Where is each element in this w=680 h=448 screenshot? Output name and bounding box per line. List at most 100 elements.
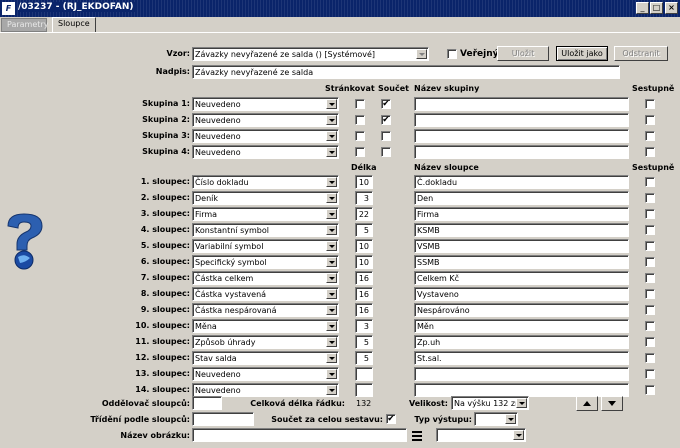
column-sestupne-checkbox[interactable] — [645, 257, 655, 267]
column-select[interactable]: Způsob úhrady — [192, 335, 339, 349]
column-sestupne-checkbox[interactable] — [645, 337, 655, 347]
column-name-input[interactable] — [414, 367, 629, 381]
group-sestupne-checkbox[interactable] — [645, 115, 655, 125]
group-name-input[interactable] — [414, 129, 629, 143]
column-name-input[interactable]: Den — [414, 191, 629, 205]
obrazek-select[interactable] — [436, 428, 526, 442]
group-name-input[interactable] — [414, 97, 629, 111]
column-length-input[interactable]: 3 — [355, 319, 373, 333]
column-length-input[interactable] — [355, 367, 373, 381]
minimize-icon[interactable]: _ — [636, 2, 649, 14]
chevron-down-icon[interactable] — [326, 209, 337, 219]
column-length-input[interactable]: 10 — [355, 175, 373, 189]
verejny-checkbox[interactable] — [447, 49, 457, 59]
column-name-input[interactable]: KSMB — [414, 223, 629, 237]
column-select[interactable]: Neuvedeno — [192, 383, 339, 397]
maximize-icon[interactable]: □ — [650, 2, 663, 14]
soucet-checkbox[interactable] — [381, 131, 391, 141]
chevron-down-icon[interactable] — [326, 273, 337, 283]
save-button[interactable]: Uložit — [497, 46, 549, 61]
typ-vystupu-select[interactable] — [474, 412, 518, 426]
column-name-input[interactable]: SSMB — [414, 255, 629, 269]
chevron-down-icon[interactable] — [326, 257, 337, 267]
chevron-down-icon[interactable] — [516, 398, 527, 408]
strankovat-checkbox[interactable] — [355, 115, 365, 125]
soucet-checkbox[interactable] — [381, 147, 391, 157]
tab-sloupce[interactable]: Sloupce — [52, 17, 96, 33]
group-select[interactable]: Neuvedeno — [192, 113, 339, 127]
soucet-checkbox[interactable]: ✔ — [381, 99, 391, 109]
column-length-input[interactable]: 22 — [355, 207, 373, 221]
oddelovac-input[interactable] — [192, 396, 222, 410]
column-select[interactable]: Konstantní symbol — [192, 223, 339, 237]
column-length-input[interactable]: 5 — [355, 351, 373, 365]
close-icon[interactable]: × — [665, 2, 678, 14]
column-length-input[interactable]: 10 — [355, 239, 373, 253]
column-name-input[interactable]: Zp.uh — [414, 335, 629, 349]
move-down-button[interactable] — [601, 396, 623, 411]
strankovat-checkbox[interactable] — [355, 99, 365, 109]
column-select[interactable]: Stav salda — [192, 351, 339, 365]
column-length-input[interactable]: 16 — [355, 303, 373, 317]
chevron-down-icon[interactable] — [326, 177, 337, 187]
group-name-input[interactable] — [414, 113, 629, 127]
chevron-down-icon[interactable] — [505, 414, 516, 424]
column-sestupne-checkbox[interactable] — [645, 241, 655, 251]
chevron-down-icon[interactable] — [326, 289, 337, 299]
column-select[interactable]: Specifický symbol — [192, 255, 339, 269]
nazev-obrazku-input[interactable] — [192, 428, 407, 442]
column-sestupne-checkbox[interactable] — [645, 177, 655, 187]
column-select[interactable]: Částka nespárovaná — [192, 303, 339, 317]
column-sestupne-checkbox[interactable] — [645, 225, 655, 235]
column-sestupne-checkbox[interactable] — [645, 353, 655, 363]
soucet-checkbox[interactable]: ✔ — [381, 115, 391, 125]
chevron-down-icon[interactable] — [326, 369, 337, 379]
column-select[interactable]: Částka vystavená — [192, 287, 339, 301]
chevron-down-icon[interactable] — [326, 225, 337, 235]
column-select[interactable]: Měna — [192, 319, 339, 333]
column-length-input[interactable]: 16 — [355, 271, 373, 285]
column-select[interactable]: Firma — [192, 207, 339, 221]
strankovat-checkbox[interactable] — [355, 147, 365, 157]
chevron-down-icon[interactable] — [326, 353, 337, 363]
delete-button[interactable]: Odstranit — [614, 46, 668, 61]
column-name-input[interactable]: Celkem Kč — [414, 271, 629, 285]
nadpis-input[interactable]: Závazky nevyřazené ze salda — [192, 65, 620, 79]
column-select[interactable]: Deník — [192, 191, 339, 205]
group-select[interactable]: Neuvedeno — [192, 145, 339, 159]
column-sestupne-checkbox[interactable] — [645, 385, 655, 395]
column-sestupne-checkbox[interactable] — [645, 321, 655, 331]
group-sestupne-checkbox[interactable] — [645, 131, 655, 141]
column-name-input[interactable]: Vystaveno — [414, 287, 629, 301]
column-sestupne-checkbox[interactable] — [645, 193, 655, 203]
chevron-down-icon[interactable] — [513, 430, 524, 440]
column-name-input[interactable]: Firma — [414, 207, 629, 221]
column-length-input[interactable]: 16 — [355, 287, 373, 301]
column-name-input[interactable] — [414, 383, 629, 397]
column-length-input[interactable]: 10 — [355, 255, 373, 269]
chevron-down-icon[interactable] — [326, 337, 337, 347]
chevron-down-icon[interactable] — [326, 131, 337, 141]
column-length-input[interactable]: 3 — [355, 191, 373, 205]
column-select[interactable]: Číslo dokladu — [192, 175, 339, 189]
column-select[interactable]: Variabilní symbol — [192, 239, 339, 253]
column-select[interactable]: Částka celkem — [192, 271, 339, 285]
chevron-down-icon[interactable] — [326, 193, 337, 203]
group-name-input[interactable] — [414, 145, 629, 159]
column-name-input[interactable]: Č.dokladu — [414, 175, 629, 189]
tab-parametry[interactable]: Parametry — [1, 18, 48, 32]
column-length-input[interactable]: 5 — [355, 223, 373, 237]
column-sestupne-checkbox[interactable] — [645, 369, 655, 379]
column-name-input[interactable]: Nespárováno — [414, 303, 629, 317]
group-select[interactable]: Neuvedeno — [192, 97, 339, 111]
column-sestupne-checkbox[interactable] — [645, 289, 655, 299]
chevron-down-icon[interactable] — [326, 99, 337, 109]
list-icon[interactable] — [411, 429, 423, 442]
chevron-down-icon[interactable] — [416, 49, 427, 59]
soucet-sestavy-checkbox[interactable]: ✔ — [386, 414, 396, 424]
column-sestupne-checkbox[interactable] — [645, 273, 655, 283]
chevron-down-icon[interactable] — [326, 241, 337, 251]
column-length-input[interactable]: 5 — [355, 335, 373, 349]
column-name-input[interactable]: St.sal. — [414, 351, 629, 365]
move-up-button[interactable] — [576, 396, 598, 411]
